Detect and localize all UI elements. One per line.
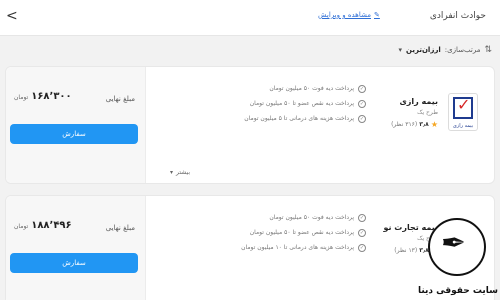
sort-label: مرتب‌سازی: — [444, 46, 481, 54]
sort-value: ارزان‌ترین — [406, 46, 441, 54]
feature-text: پرداخت دیه فوت ۵۰ میلیون تومان — [269, 85, 354, 92]
insurer-name: بیمه رازی — [399, 97, 438, 106]
price-unit: تومان — [14, 223, 29, 230]
pencil-icon: ✎ — [374, 11, 380, 19]
feature-list: ✓ پرداخت دیه فوت ۵۰ میلیون تومان ✓ پرداخ… — [241, 210, 366, 255]
check-circle-icon: ✓ — [358, 84, 366, 93]
view-edit-label: مشاهده و ویرایش — [318, 11, 371, 19]
feature-text: پرداخت دیه نقص عضو تا ۵۰ میلیون تومان — [249, 100, 354, 107]
razi-insurance-logo: ✓ بیمه رازی — [448, 93, 478, 131]
site-watermark: ✒ سایت حقوقی دینا — [414, 216, 500, 300]
feature-list: ✓ پرداخت دیه فوت ۵۰ میلیون تومان ✓ پرداخ… — [244, 81, 366, 126]
feature-text: پرداخت دیه فوت ۵۰ میلیون تومان — [269, 214, 354, 221]
sort-bar[interactable]: ⇅ مرتب‌سازی: ارزان‌ترین ▾ — [399, 42, 492, 58]
rating-score: ۳٫۸ — [419, 121, 429, 128]
page-title: حوادث انفرادی — [429, 11, 486, 21]
feature-item: ✓ پرداخت دیه نقص عضو تا ۵۰ میلیون تومان — [244, 96, 366, 111]
feature-item: ✓ پرداخت هزینه های درمانی تا ۱۰ میلیون ت… — [241, 240, 366, 255]
feature-text: پرداخت دیه نقص عضو تا ۵۰ میلیون تومان — [249, 229, 354, 236]
order-button[interactable]: سفارش — [10, 253, 138, 273]
quill-icon: ✒ — [440, 226, 466, 261]
watermark-text: سایت حقوقی دینا — [417, 286, 498, 296]
insurance-card-razi: مبلغ نهایی ۱۶۸٬۳۰۰ تومان سفارش ✓ پرداخت … — [5, 66, 495, 184]
feature-item: ✓ پرداخت دیه فوت ۵۰ میلیون تومان — [244, 81, 366, 96]
check-circle-icon: ✓ — [358, 99, 366, 108]
rating-reviews: (۳۱۶ نظر) — [391, 121, 418, 128]
top-bar: حوادث انفرادی ✎ مشاهده و ویرایش < — [0, 0, 500, 36]
rating: ★ ۳٫۸ (۳۱۶ نظر) — [391, 120, 438, 129]
price-panel: مبلغ نهایی ۱۸۸٬۴۹۶ تومان سفارش — [6, 196, 146, 300]
check-mark-icon: ✓ — [457, 95, 471, 114]
insurer-info: بیمه رازی طرح یک ★ ۳٫۸ (۳۱۶ نظر) — [391, 97, 438, 129]
feature-text: پرداخت هزینه های درمانی تا ۵ میلیون توما… — [244, 115, 354, 122]
price-value: ۱۸۸٬۴۹۶ — [31, 220, 72, 231]
order-button[interactable]: سفارش — [10, 124, 138, 144]
view-edit-link[interactable]: ✎ مشاهده و ویرایش — [318, 11, 380, 19]
price-unit: تومان — [14, 94, 29, 101]
logo-text: بیمه رازی — [452, 123, 474, 129]
final-price: ۱۸۸٬۴۹۶ تومان — [14, 220, 72, 231]
chevron-down-icon: ▾ — [398, 46, 403, 54]
check-circle-icon: ✓ — [358, 114, 366, 123]
check-circle-icon: ✓ — [358, 213, 366, 222]
final-price: ۱۶۸٬۳۰۰ تومان — [14, 91, 72, 102]
final-price-label: مبلغ نهایی — [105, 224, 135, 232]
sort-icon: ⇅ — [484, 45, 492, 55]
check-circle-icon: ✓ — [358, 243, 366, 252]
feature-text: پرداخت هزینه های درمانی تا ۱۰ میلیون توم… — [241, 244, 354, 251]
feature-item: ✓ پرداخت دیه فوت ۵۰ میلیون تومان — [241, 210, 366, 225]
share-icon[interactable]: < — [6, 8, 18, 24]
feature-item: ✓ پرداخت دیه نقص عضو تا ۵۰ میلیون تومان — [241, 225, 366, 240]
feature-item: ✓ پرداخت هزینه های درمانی تا ۵ میلیون تو… — [244, 111, 366, 126]
star-icon: ★ — [430, 120, 438, 129]
more-label: بیشتر — [176, 168, 190, 176]
more-toggle[interactable]: بیشتر ▾ — [6, 165, 354, 179]
price-value: ۱۶۸٬۳۰۰ — [31, 91, 72, 102]
plan-name: طرح یک — [417, 109, 438, 116]
final-price-label: مبلغ نهایی — [105, 95, 135, 103]
check-circle-icon: ✓ — [358, 228, 366, 237]
chevron-down-icon: ▾ — [170, 168, 174, 176]
